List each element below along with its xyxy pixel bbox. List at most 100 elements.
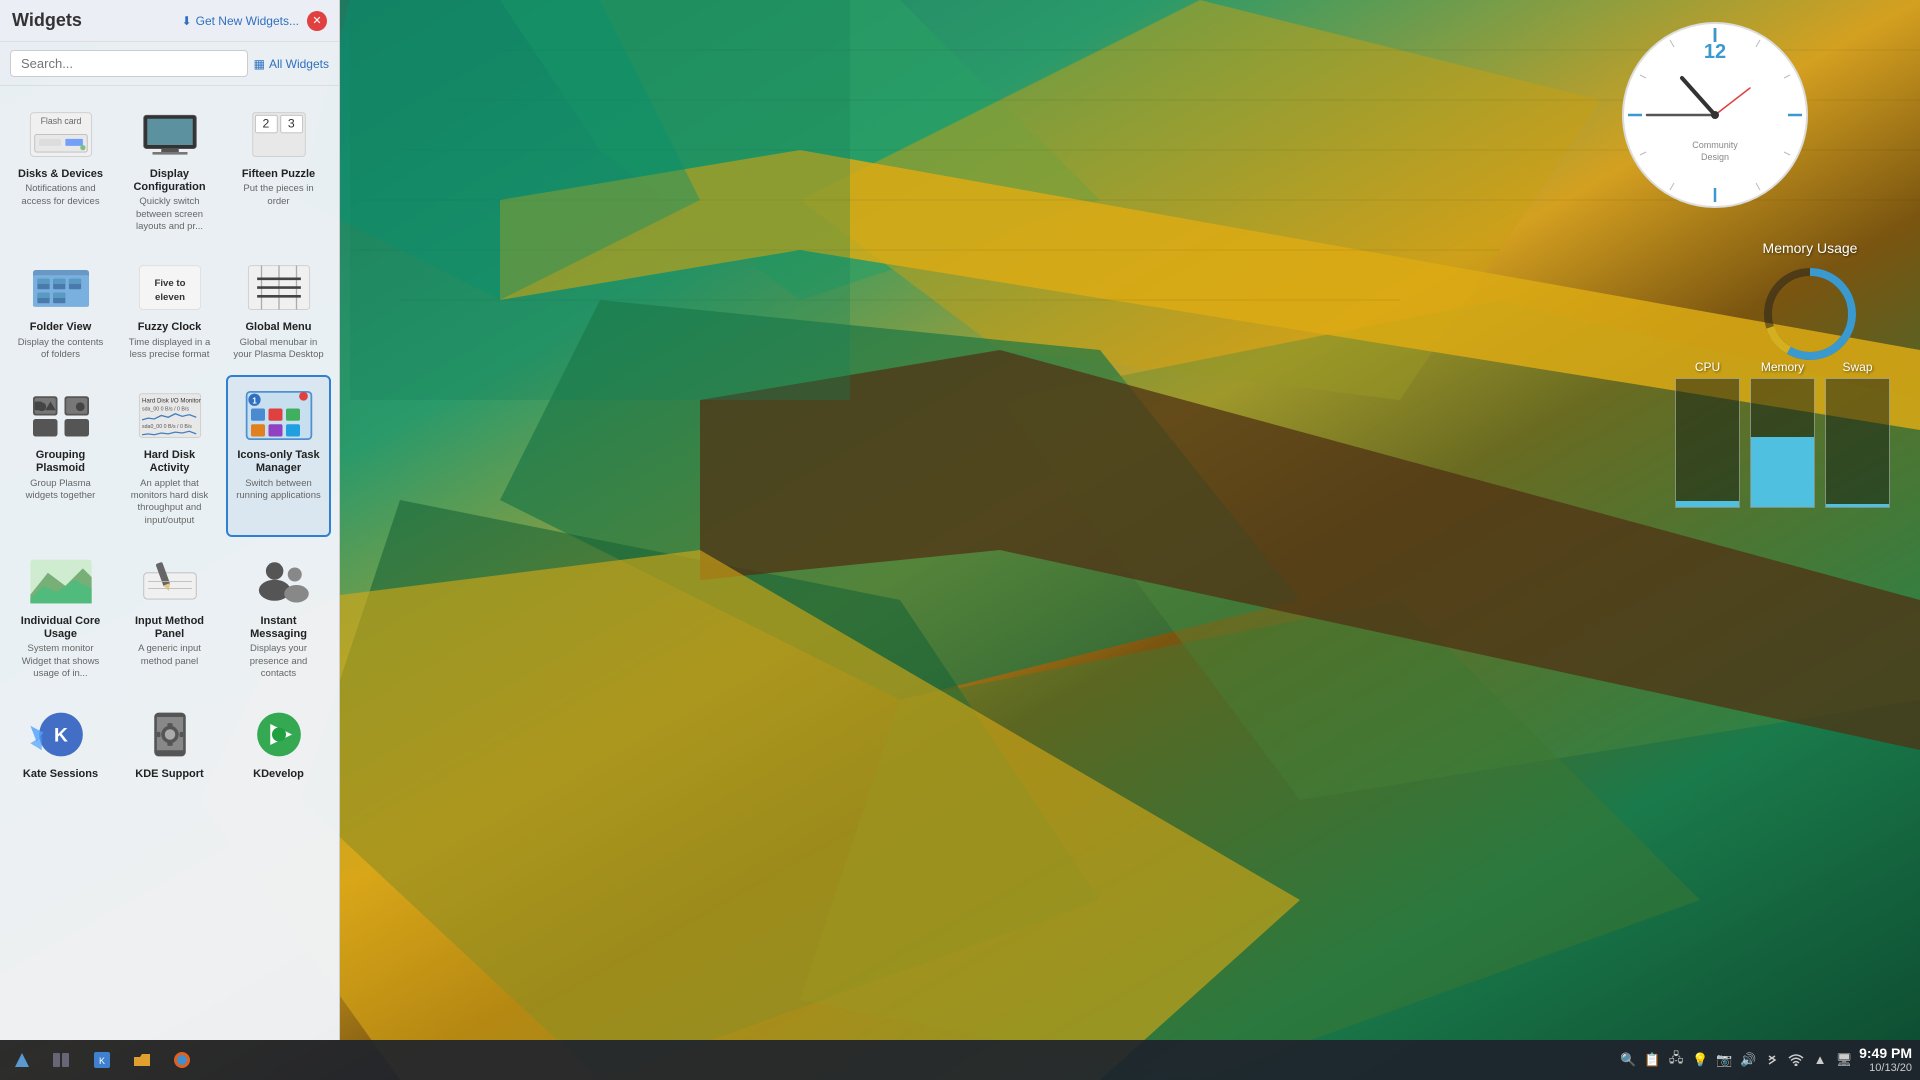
expand-sys-icon[interactable]: ▲	[1811, 1051, 1829, 1069]
screenshot-sys-icon[interactable]: 📷	[1715, 1051, 1733, 1069]
screen-sys-icon[interactable]: 🖥	[1835, 1051, 1853, 1069]
widget-fuzzy-desc: Time displayed in a less precise format	[123, 337, 216, 362]
widget-input-method[interactable]: Input Method Panel A generic input metho…	[117, 541, 222, 690]
panel-header-right: ⬇ Get New Widgets... ✕	[182, 11, 327, 31]
widget-messaging-name: Instant Messaging	[232, 615, 325, 641]
widgets-panel: Widgets ⬇ Get New Widgets... ✕ ▦ All Wid…	[0, 0, 340, 1040]
widget-task-name: Icons-only Task Manager	[232, 449, 325, 475]
panel-title: Widgets	[12, 10, 82, 31]
memory-monitor-col: Memory	[1750, 360, 1815, 508]
bulb-sys-icon[interactable]: 💡	[1691, 1051, 1709, 1069]
widget-hdd-name: Hard Disk Activity	[123, 449, 216, 475]
widget-puzzle-desc: Put the pieces in order	[232, 183, 325, 208]
kde-support-icon	[130, 704, 210, 764]
system-monitor: CPU Memory Swap	[1675, 360, 1890, 508]
widget-individual-core[interactable]: Individual Core Usage System monitor Wid…	[8, 541, 113, 690]
search-input[interactable]	[10, 50, 248, 77]
swap-bar	[1826, 504, 1889, 507]
all-widgets-button[interactable]: ▦ All Widgets	[254, 57, 329, 71]
volume-sys-icon[interactable]: 🔊	[1739, 1051, 1757, 1069]
widget-global-name: Global Menu	[246, 321, 312, 334]
widget-folder-desc: Display the contents of folders	[14, 337, 107, 362]
memory-ring	[1760, 264, 1860, 364]
widget-input-name: Input Method Panel	[123, 615, 216, 641]
widget-display-desc: Quickly switch between screen layouts an…	[123, 196, 216, 233]
taskbar-menu-button[interactable]	[4, 1044, 40, 1076]
clipboard-sys-icon[interactable]: 📋	[1643, 1051, 1661, 1069]
widget-disks-devices[interactable]: Flash card Disks & Devices Notifications…	[8, 94, 113, 243]
widgets-grid: Flash card Disks & Devices Notifications…	[0, 86, 339, 1040]
widget-grouping-desc: Group Plasma widgets together	[14, 478, 107, 503]
taskbar-clock[interactable]: 9:49 PM 10/13/20	[1859, 1045, 1912, 1075]
cpu-label: CPU	[1695, 360, 1720, 374]
widget-input-desc: A generic input method panel	[123, 643, 216, 668]
widget-folder-name: Folder View	[30, 321, 92, 334]
widget-kate-name: Kate Sessions	[23, 768, 98, 781]
svg-text:Flash card: Flash card	[40, 116, 81, 126]
widget-hdd-desc: An applet that monitors hard disk throug…	[123, 478, 216, 527]
taskbar-firefox-button[interactable]	[164, 1044, 200, 1076]
grouping-icon	[21, 385, 101, 445]
widget-folder-view[interactable]: Folder View Display the contents of fold…	[8, 247, 113, 371]
hard-disk-icon: Hard Disk I/O Monitor sda_00 0 B/s / 0 B…	[130, 385, 210, 445]
widget-kde-support-name: KDE Support	[135, 768, 203, 781]
memory-title: Memory Usage	[1760, 240, 1860, 256]
analog-clock-face: 12 Community Design	[1620, 20, 1810, 210]
widget-messaging-desc: Displays your presence and contacts	[232, 643, 325, 680]
taskbar-right: 🔍 📋 🖧 💡 📷 🔊 ▲ 🖥 9:49 PM 10/13/20	[1619, 1045, 1920, 1075]
clock-date-display: 10/13/20	[1859, 1062, 1912, 1075]
fuzzy-clock-icon: Five to eleven	[130, 257, 210, 317]
svg-text:K: K	[54, 725, 68, 746]
all-widgets-label: All Widgets	[269, 57, 329, 71]
widget-instant-messaging[interactable]: Instant Messaging Displays your presence…	[226, 541, 331, 690]
widget-global-desc: Global menubar in your Plasma Desktop	[232, 337, 325, 362]
wifi-sys-icon[interactable]	[1787, 1051, 1805, 1069]
widget-task-manager[interactable]: 1 Icons-only Task Manager Switch between…	[226, 375, 331, 537]
svg-text:Hard Disk I/O Monitor: Hard Disk I/O Monitor	[142, 397, 201, 404]
taskbar-files-button[interactable]	[124, 1044, 160, 1076]
widget-global-menu[interactable]: Global Menu Global menubar in your Plasm…	[226, 247, 331, 371]
get-new-widgets-button[interactable]: ⬇ Get New Widgets...	[182, 14, 299, 28]
taskbar-app1-button[interactable]: K	[84, 1044, 120, 1076]
global-menu-icon	[239, 257, 319, 317]
swap-label: Swap	[1842, 360, 1872, 374]
widget-display-config[interactable]: Display Configuration Quickly switch bet…	[117, 94, 222, 243]
widget-kdevelop[interactable]: KDevelop	[226, 694, 331, 793]
disks-icon: Flash card	[21, 104, 101, 164]
widget-hard-disk[interactable]: Hard Disk I/O Monitor sda_00 0 B/s / 0 B…	[117, 375, 222, 537]
widget-disks-name: Disks & Devices	[18, 168, 103, 181]
widget-grouping[interactable]: Grouping Plasmoid Group Plasma widgets t…	[8, 375, 113, 537]
taskbar-pager-button[interactable]	[44, 1044, 80, 1076]
puzzle-icon: 2 3	[239, 104, 319, 164]
input-method-icon	[130, 551, 210, 611]
widget-display-name: Display Configuration	[123, 168, 216, 194]
widget-fuzzy-clock[interactable]: Five to eleven Fuzzy Clock Time displaye…	[117, 247, 222, 371]
widget-kate[interactable]: K Kate Sessions	[8, 694, 113, 793]
clock-time-display: 9:49 PM	[1859, 1045, 1912, 1062]
bluetooth-sys-icon[interactable]	[1763, 1051, 1781, 1069]
swap-monitor-col: Swap	[1825, 360, 1890, 508]
cpu-bar	[1676, 501, 1739, 507]
widget-core-name: Individual Core Usage	[14, 615, 107, 641]
task-manager-icon: 1	[239, 385, 319, 445]
get-new-widgets-label: Get New Widgets...	[196, 14, 299, 28]
download-icon: ⬇	[182, 14, 192, 28]
messaging-icon	[239, 551, 319, 611]
svg-text:sda_00 0 B/s / 0 B/s: sda_00 0 B/s / 0 B/s	[142, 406, 189, 412]
memory-bar-container	[1750, 378, 1815, 508]
network-sys-icon[interactable]: 🖧	[1667, 1051, 1685, 1069]
memory-monitor-label: Memory	[1761, 360, 1804, 374]
cpu-monitor-col: CPU	[1675, 360, 1740, 508]
search-sys-icon[interactable]: 🔍	[1619, 1051, 1637, 1069]
core-usage-icon	[21, 551, 101, 611]
svg-text:K: K	[99, 1056, 105, 1066]
kate-icon: K	[21, 704, 101, 764]
widget-kde-support[interactable]: KDE Support	[117, 694, 222, 793]
widget-grouping-name: Grouping Plasmoid	[14, 449, 107, 475]
widget-fifteen-puzzle[interactable]: 2 3 Fifteen Puzzle Put the pieces in ord…	[226, 94, 331, 243]
clock-widget: 12 Community Design	[1620, 20, 1820, 220]
widget-task-desc: Switch between running applications	[232, 478, 325, 503]
svg-text:12: 12	[1704, 41, 1726, 63]
svg-text:Design: Design	[1701, 152, 1729, 162]
close-panel-button[interactable]: ✕	[307, 11, 327, 31]
